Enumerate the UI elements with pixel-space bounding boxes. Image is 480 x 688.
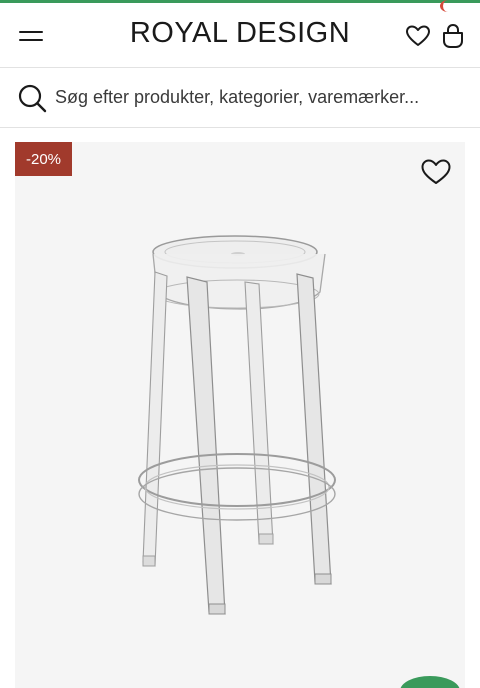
search-bar[interactable] xyxy=(0,68,480,126)
heart-outline-icon xyxy=(421,159,451,184)
stool-leg-back-left xyxy=(142,271,168,567)
search-divider xyxy=(0,127,480,128)
cart-button[interactable] xyxy=(438,21,468,51)
hamburger-icon xyxy=(19,31,43,41)
shopping-bag-icon xyxy=(443,23,463,48)
heart-icon xyxy=(406,25,430,46)
menu-button[interactable] xyxy=(16,21,46,51)
favorite-button[interactable] xyxy=(419,156,453,188)
product-image[interactable] xyxy=(125,232,365,642)
search-input[interactable] xyxy=(55,82,465,112)
site-header: ROYAL DESIGN xyxy=(0,3,480,67)
wishlist-button[interactable] xyxy=(403,21,433,51)
search-icon[interactable] xyxy=(16,82,48,114)
cart-indicator xyxy=(440,0,456,12)
discount-badge: -20% xyxy=(15,142,72,176)
stool-leg-front-left xyxy=(186,276,226,615)
stool-leg-front-right xyxy=(296,273,332,585)
stool-foot-ring xyxy=(138,453,336,507)
